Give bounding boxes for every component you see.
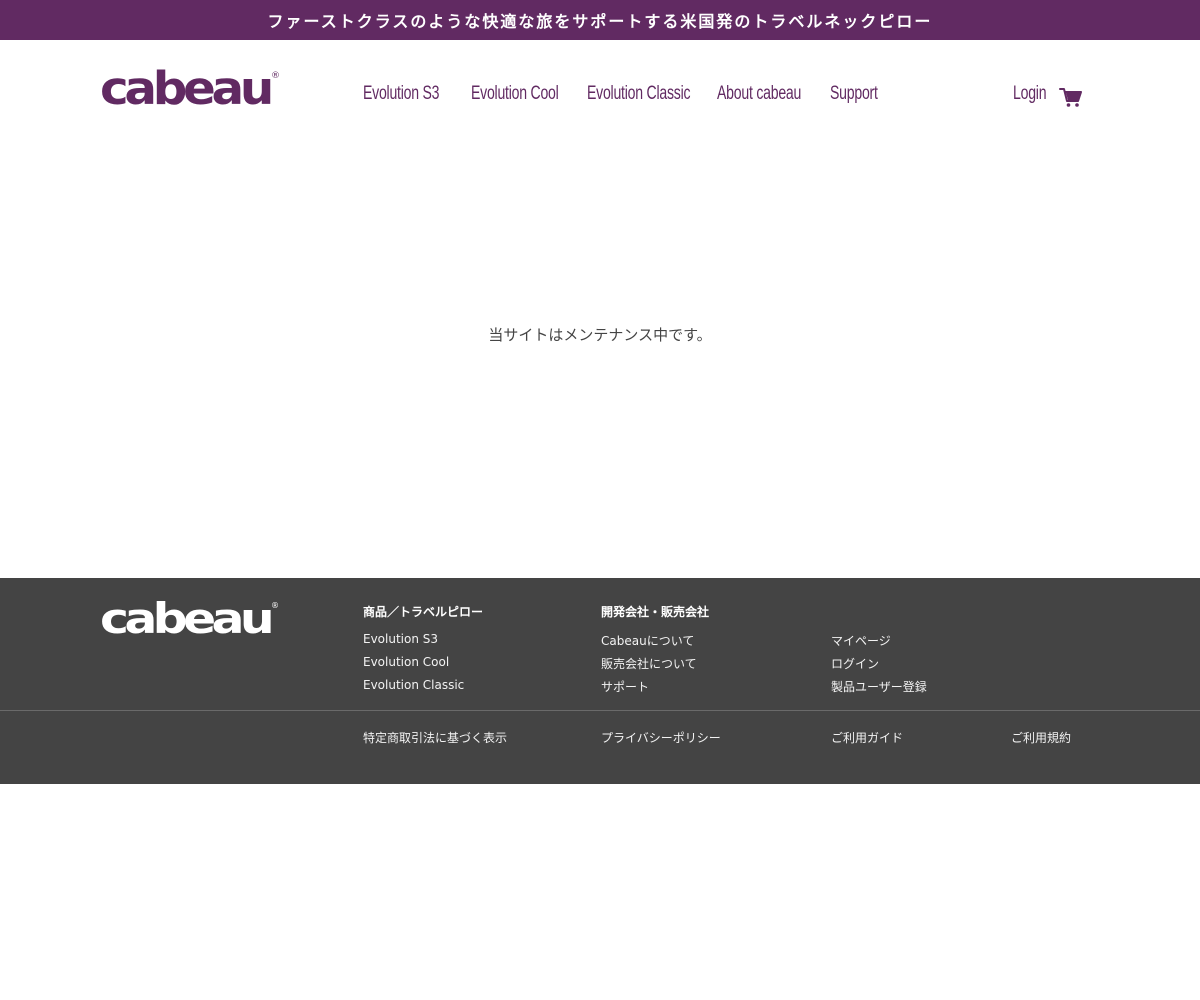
footer-link-evolution-s3[interactable]: Evolution S3 (363, 632, 438, 646)
nav-evolution-s3[interactable]: Evolution S3 (363, 83, 440, 105)
footer-link-seller[interactable]: 販売会社について (601, 655, 697, 672)
footer-link-privacy-policy[interactable]: プライバシーポリシー (601, 729, 721, 746)
cabeau-logo-icon: cabeau ® (100, 62, 280, 115)
footer-registered-mark: ® (271, 601, 279, 610)
footer-heading-company: 開発会社・販売会社 (601, 605, 710, 619)
promo-text: ファーストクラスのような快適な旅をサポートする米国発のトラベルネックピロー (267, 12, 933, 31)
site-header: cabeau ® Evolution S3 Evolution Cool Evo… (0, 40, 1200, 152)
footer-link-usage-guide[interactable]: ご利用ガイド (831, 729, 903, 746)
nav-login[interactable]: Login (1013, 83, 1047, 105)
cart-icon-graphic (1059, 88, 1082, 107)
registered-mark: ® (271, 71, 280, 81)
nav-evolution-classic[interactable]: Evolution Classic (587, 83, 691, 105)
footer-link-terms[interactable]: ご利用規約 (1011, 729, 1071, 746)
maintenance-message: 当サイトはメンテナンス中です。 (488, 326, 712, 344)
nav-support[interactable]: Support (830, 83, 878, 105)
footer-link-support[interactable]: サポート (601, 678, 649, 695)
promo-banner: ファーストクラスのような快適な旅をサポートする米国発のトラベルネックピロー (0, 0, 1200, 40)
cabeau-footer-logo-icon: cabeau ® (100, 594, 279, 643)
footer-link-commerce-law[interactable]: 特定商取引法に基づく表示 (363, 729, 507, 746)
site-footer: cabeau ® 商品／トラベルピロー Evolution S3 Evoluti… (0, 578, 1200, 784)
footer-divider (0, 710, 1200, 711)
footer-link-evolution-classic[interactable]: Evolution Classic (363, 678, 464, 692)
nav-about-cabeau[interactable]: About cabeau (717, 83, 801, 105)
header-logo[interactable]: cabeau ® (100, 62, 280, 115)
footer-link-mypage[interactable]: マイページ (831, 632, 891, 649)
footer-logo[interactable]: cabeau ® (100, 594, 280, 643)
footer-logo-wordmark: cabeau (100, 596, 271, 636)
logo-wordmark: cabeau (100, 64, 271, 110)
footer-link-product-registration[interactable]: 製品ユーザー登録 (831, 678, 927, 695)
footer-heading-products: 商品／トラベルピロー (363, 605, 484, 619)
footer-link-about-cabeau[interactable]: Cabeauについて (601, 632, 694, 649)
footer-link-evolution-cool[interactable]: Evolution Cool (363, 655, 449, 669)
cart-icon[interactable] (1059, 85, 1083, 109)
footer-link-login[interactable]: ログイン (831, 655, 879, 672)
nav-evolution-cool[interactable]: Evolution Cool (471, 83, 559, 105)
